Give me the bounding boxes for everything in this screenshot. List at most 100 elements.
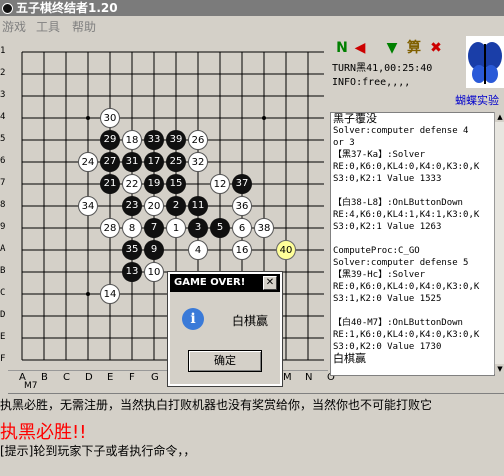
log-line: 【白40-M7】:OnLButtonDown: [333, 318, 463, 328]
hint-text: [提示]轮到玩家下子或者执行命令，，: [0, 444, 196, 458]
log-panel[interactable]: 黑子覆没 Solver:computer defense 4 or 3 【黑37-Ka…: [330, 112, 495, 376]
black-stone: 13: [122, 262, 142, 282]
white-stone: 28: [100, 218, 120, 238]
dialog-title-bar: GAME OVER! ✕: [170, 274, 280, 292]
row-label: 1: [0, 46, 6, 56]
white-stone: 38: [254, 218, 274, 238]
white-stone: 6: [232, 218, 252, 238]
new-game-icon[interactable]: N: [334, 40, 350, 56]
black-stone: 35: [122, 240, 142, 260]
star-point: [262, 116, 266, 120]
row-label: 8: [0, 200, 6, 210]
white-stone: 16: [232, 240, 252, 260]
row-label: A: [0, 244, 6, 254]
title-bar: 五子棋终结者1.20: [0, 0, 504, 16]
log-line: ComputeProc:C_GO: [333, 246, 420, 256]
black-stone: 7: [144, 218, 164, 238]
black-stone: 37: [232, 174, 252, 194]
log-line: S3:0,K2:1 Value 1333: [333, 174, 442, 184]
log-line: RE:0,K6:0,KL4:0,K4:0,K3:0,K: [333, 282, 480, 292]
log-line: 【黑37-Ka】:Solver: [333, 150, 426, 160]
redo-icon[interactable]: ▼: [384, 40, 400, 56]
dialog-message: 白棋赢: [232, 314, 269, 328]
black-stone: 2: [166, 196, 186, 216]
last-move-stone: 40: [276, 240, 296, 260]
black-stone: 23: [122, 196, 142, 216]
log-line: 白棋赢: [333, 352, 366, 365]
game-over-dialog: GAME OVER! ✕ i 白棋赢 确定: [167, 271, 283, 387]
black-stone: 15: [166, 174, 186, 194]
white-stone: 18: [122, 130, 142, 150]
info-status: INFO:free,,,,: [332, 77, 411, 88]
logo-label: 蝴蝶实验: [455, 94, 499, 107]
window-title: 五子棋终结者1.20: [16, 1, 118, 15]
log-line: RE:1,K6:0,KL4:0,K4:0,K3:0,K: [333, 330, 480, 340]
black-stone: 5: [210, 218, 230, 238]
black-stone: 19: [144, 174, 164, 194]
white-stone: 1: [166, 218, 186, 238]
black-stone: 21: [100, 174, 120, 194]
row-label: 7: [0, 178, 6, 188]
scroll-down-icon[interactable]: ▼: [495, 364, 504, 374]
stop-icon[interactable]: ✖: [428, 40, 444, 56]
menu-tools[interactable]: 工具: [36, 18, 60, 35]
log-line: Solver:computer defense 5: [333, 258, 469, 268]
scroll-up-icon[interactable]: ▲: [495, 112, 504, 122]
row-label: E: [0, 332, 6, 342]
status-panel: TURN黑41,00:25:40 INFO:free,,,,: [332, 62, 462, 90]
compute-icon[interactable]: 算: [406, 40, 422, 56]
log-line: S3:1,K2:0 Value 1525: [333, 294, 442, 304]
cursor-coordinate: M7: [24, 381, 38, 391]
black-stone: 33: [144, 130, 164, 150]
white-stone: 24: [78, 152, 98, 172]
white-stone: 10: [144, 262, 164, 282]
log-line: RE:4,K6:0,KL4:1,K4:1,K3:0,K: [333, 210, 480, 220]
row-label: 4: [0, 112, 6, 122]
menu-bar: 游戏 工具 帮助: [0, 16, 504, 36]
white-stone: 12: [210, 174, 230, 194]
white-stone: 32: [188, 152, 208, 172]
white-stone: 20: [144, 196, 164, 216]
app-icon: [2, 3, 13, 14]
black-stone: 9: [144, 240, 164, 260]
menu-help[interactable]: 帮助: [72, 18, 96, 35]
white-stone: 30: [100, 108, 120, 128]
log-line: or 3: [333, 138, 355, 148]
info-icon: i: [182, 308, 204, 330]
row-label: 2: [0, 68, 6, 78]
white-stone: 14: [100, 284, 120, 304]
close-icon[interactable]: ✕: [263, 276, 277, 290]
black-stone: 17: [144, 152, 164, 172]
log-line: RE:0,K6:0,KL4:0,K4:0,K3:0,K: [333, 162, 480, 172]
white-stone: 8: [122, 218, 142, 238]
undo-icon[interactable]: ◀: [352, 40, 368, 56]
butterfly-logo: [466, 36, 504, 88]
white-stone: 26: [188, 130, 208, 150]
headline-text: 执黑必胜!!: [0, 422, 87, 443]
white-stone: 4: [188, 240, 208, 260]
white-stone: 34: [78, 196, 98, 216]
dialog-title: GAME OVER!: [174, 277, 246, 288]
black-stone: 3: [188, 218, 208, 238]
log-line: S3:0,K2:1 Value 1263: [333, 222, 442, 232]
black-stone: 27: [100, 152, 120, 172]
log-line: 【黑39-Hc】:Solver: [333, 270, 426, 280]
row-label: 6: [0, 156, 6, 166]
menu-game[interactable]: 游戏: [2, 18, 26, 35]
white-stone: 36: [232, 196, 252, 216]
row-label: 9: [0, 222, 6, 232]
log-line: 黑子覆没: [333, 112, 377, 125]
white-stone: 22: [122, 174, 142, 194]
row-label: C: [0, 288, 6, 298]
row-label: B: [0, 266, 6, 276]
log-scrollbar[interactable]: ▲ ▼: [494, 112, 504, 374]
black-stone: 31: [122, 152, 142, 172]
ok-button[interactable]: 确定: [188, 350, 262, 372]
black-stone: 25: [166, 152, 186, 172]
log-line: 【白38-L8】:OnLButtonDown: [333, 198, 463, 208]
star-point: [86, 292, 90, 296]
log-line: Solver:computer defense 4: [333, 126, 469, 136]
